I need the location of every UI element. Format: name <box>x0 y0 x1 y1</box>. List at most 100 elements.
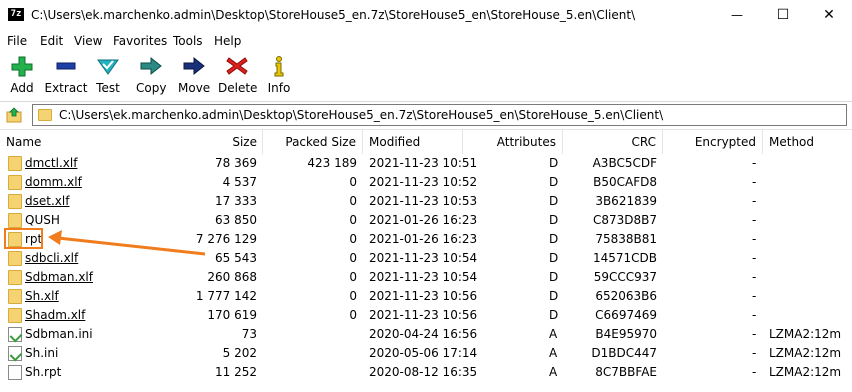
row-packed-size: 0 <box>349 270 357 284</box>
table-row[interactable]: domm.xlf 4 537 0 2021-11-23 10:52 D B50CAFD8 - <box>0 173 852 192</box>
row-name: domm.xlf <box>25 175 82 189</box>
row-packed-size <box>263 325 357 344</box>
row-crc: 3B621839 <box>595 194 657 208</box>
folder-icon <box>8 194 22 209</box>
row-packed-size: 0 <box>349 251 357 265</box>
row-name: Shadm.xlf <box>25 308 86 322</box>
col-attributes[interactable]: Attributes <box>463 130 563 154</box>
extract-button[interactable]: Extract <box>44 55 88 97</box>
table-row[interactable]: Sdbman.ini 73 2020-04-24 16:56 A B4E95970 - LZ… <box>0 325 852 344</box>
row-crc: D1BDC447 <box>591 346 657 360</box>
row-packed-size: 0 <box>349 213 357 227</box>
minus-icon <box>54 55 78 77</box>
row-method: LZMA2:12m <box>769 327 842 341</box>
window-title: C:\Users\ek.marchenko.admin\Desktop\Stor… <box>31 8 636 22</box>
row-modified: 2021-11-23 10:56 <box>369 289 478 303</box>
row-method: LZMA2:12m <box>769 346 842 360</box>
table-row[interactable]: Sdbman.xlf 260 868 0 2021-11-23 10:54 D 59CCC… <box>0 268 852 287</box>
test-button[interactable]: Test <box>94 55 122 97</box>
row-encrypted: - <box>752 194 757 208</box>
row-crc: C873D8B7 <box>592 213 657 227</box>
row-name: Sdbman.ini <box>25 327 93 341</box>
row-size: 11 252 <box>215 365 257 379</box>
row-modified: 2021-11-23 10:53 <box>369 194 478 208</box>
folder-up-icon <box>6 107 22 123</box>
row-encrypted: - <box>752 232 757 246</box>
address-path: C:\Users\ek.marchenko.admin\Desktop\Stor… <box>59 108 664 122</box>
row-crc: 652063B6 <box>595 289 657 303</box>
row-packed-size <box>263 344 357 363</box>
maximize-button[interactable]: ☐ <box>760 0 806 30</box>
row-size: 63 850 <box>215 213 257 227</box>
table-row[interactable]: Shadm.xlf 170 619 0 2021-11-23 10:56 D C66974… <box>0 306 852 325</box>
menu-file[interactable]: File <box>7 34 27 48</box>
close-button[interactable]: ✕ <box>806 0 852 30</box>
row-method <box>769 211 849 230</box>
table-row[interactable]: Sh.xlf 1 777 142 0 2021-11-23 10:56 D 652063B… <box>0 287 852 306</box>
menu-help[interactable]: Help <box>214 34 241 48</box>
col-modified[interactable]: Modified <box>363 130 463 154</box>
table-row[interactable]: dmctl.xlf 78 369 423 189 2021-11-23 10:51 D A… <box>0 154 852 173</box>
folder-icon <box>8 251 22 266</box>
table-row[interactable]: rpt 7 276 129 0 2021-01-26 16:23 D 75838B81- <box>0 230 852 249</box>
test-label: Test <box>96 81 120 95</box>
row-size: 17 333 <box>215 194 257 208</box>
table-row[interactable]: Sh.rpt 11 252 2020-08-12 16:35 A 8C7BBFAE - LZ… <box>0 363 852 382</box>
row-modified: 2021-11-23 10:54 <box>369 270 478 284</box>
delete-label: Delete <box>218 81 258 95</box>
row-method <box>769 173 849 192</box>
column-header: Name Size Packed Size Modified Attribute… <box>0 130 852 154</box>
address-input[interactable]: C:\Users\ek.marchenko.admin\Desktop\Stor… <box>32 104 847 126</box>
table-row[interactable]: Sh.ini 5 202 2020-05-06 17:14 A D1BDC447 - LZM… <box>0 344 852 363</box>
col-crc[interactable]: CRC <box>563 130 663 154</box>
delete-button[interactable]: Delete <box>218 55 258 97</box>
folder-icon <box>8 175 22 190</box>
close-icon: ✕ <box>823 7 835 23</box>
row-encrypted: - <box>752 175 757 189</box>
col-packed-size[interactable]: Packed Size <box>263 130 363 154</box>
move-label: Move <box>178 81 211 95</box>
menu-edit[interactable]: Edit <box>40 34 63 48</box>
add-label: Add <box>10 81 34 95</box>
table-row[interactable]: dset.xlf 17 333 0 2021-11-23 10:53 D 3B621839… <box>0 192 852 211</box>
row-encrypted: - <box>752 365 757 379</box>
row-modified: 2021-11-23 10:52 <box>369 175 478 189</box>
row-method <box>769 287 849 306</box>
col-size[interactable]: Size <box>184 130 263 154</box>
add-button[interactable]: Add <box>6 55 38 97</box>
row-method: LZMA2:12m <box>769 365 842 379</box>
menu-tools[interactable]: Tools <box>173 34 203 48</box>
row-attributes: D <box>549 156 559 170</box>
info-label: Info <box>267 81 291 95</box>
row-crc: B50CAFD8 <box>593 175 657 189</box>
menu-favorites[interactable]: Favorites <box>113 34 167 48</box>
folder-icon <box>8 213 22 228</box>
row-modified: 2020-04-24 16:56 <box>369 327 478 341</box>
copy-button[interactable]: Copy <box>136 55 166 97</box>
minimize-button[interactable]: — <box>714 0 760 30</box>
minimize-icon: — <box>731 8 743 22</box>
plus-icon <box>10 55 34 77</box>
row-encrypted: - <box>752 346 757 360</box>
folder-up-button[interactable] <box>6 107 22 123</box>
menu-view[interactable]: View <box>74 34 102 48</box>
table-row[interactable]: sdbcli.xlf 65 543 0 2021-11-23 10:54 D 14571C… <box>0 249 852 268</box>
row-modified: 2021-01-26 16:23 <box>369 232 478 246</box>
row-crc: C6697469 <box>595 308 657 322</box>
info-button[interactable]: Info <box>266 55 292 97</box>
row-packed-size: 423 189 <box>307 156 357 170</box>
col-method[interactable]: Method <box>763 130 852 154</box>
row-encrypted: - <box>752 327 757 341</box>
row-method <box>769 192 849 211</box>
toolbar: Add Extract Test Copy Move Delete Info <box>0 52 852 98</box>
folder-icon <box>8 308 22 323</box>
title-bar: 7z C:\Users\ek.marchenko.admin\Desktop\S… <box>0 0 852 30</box>
move-button[interactable]: Move <box>178 55 210 97</box>
row-size: 5 202 <box>222 346 257 360</box>
table-row[interactable]: QUSH 63 850 0 2021-01-26 16:23 D C873D8B7- <box>0 211 852 230</box>
row-name: Sdbman.xlf <box>25 270 93 284</box>
col-encrypted[interactable]: Encrypted <box>663 130 763 154</box>
row-name: Sh.ini <box>25 346 59 360</box>
row-name: Sh.xlf <box>25 289 59 303</box>
folder-icon <box>8 156 22 171</box>
